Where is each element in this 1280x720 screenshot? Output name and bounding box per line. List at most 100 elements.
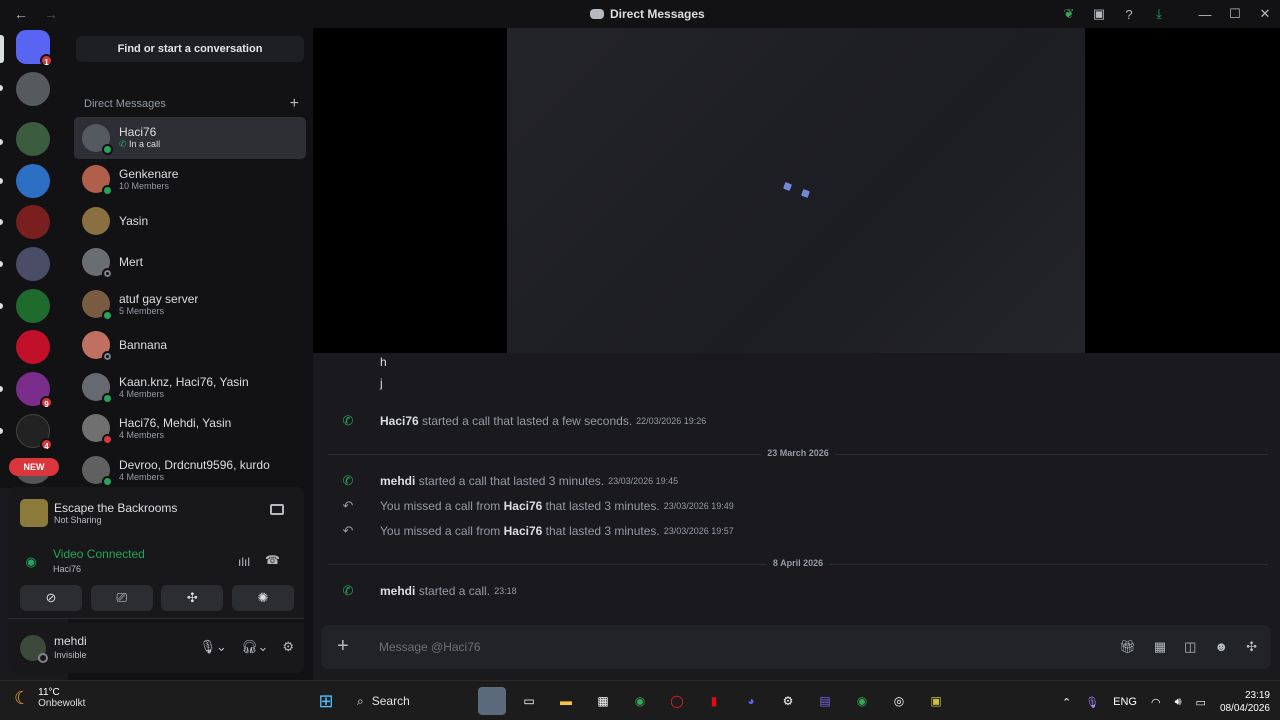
- avatar: [82, 331, 113, 363]
- dm-sub-text: In a call: [129, 139, 161, 150]
- message-content: j: [380, 376, 383, 390]
- message-author[interactable]: mehdi: [380, 584, 415, 598]
- game-app-icon[interactable]: ▣: [922, 687, 950, 715]
- dm-item[interactable]: Devroo, Drdcnut9596, kurdo 4 Members: [74, 449, 306, 489]
- microphone-icon[interactable]: 🎙︎: [1085, 696, 1099, 709]
- chrome-icon[interactable]: ◉: [626, 687, 654, 715]
- share-screen-button[interactable]: ⎚: [90, 585, 153, 611]
- server-icon[interactable]: [16, 205, 50, 239]
- server-icon[interactable]: [16, 289, 50, 323]
- download-icon[interactable]: ⤓: [1144, 0, 1174, 28]
- video-connected-label[interactable]: Video Connected: [53, 547, 145, 561]
- user-status: Invisible: [54, 650, 87, 660]
- server-icon-home[interactable]: 1: [16, 30, 53, 67]
- file-explorer-icon[interactable]: ▬: [552, 687, 580, 715]
- screen-icon[interactable]: ▣: [1084, 0, 1114, 28]
- dm-item[interactable]: atuf gay server 5 Members: [74, 283, 306, 325]
- create-dm-plus-icon[interactable]: +: [290, 96, 299, 112]
- temperature: 11°C: [38, 687, 60, 698]
- dm-item[interactable]: Haci76, Mehdi, Yasin 4 Members: [74, 408, 306, 450]
- steam-icon[interactable]: ⚙: [774, 687, 802, 715]
- dm-item[interactable]: Yasin: [74, 200, 306, 242]
- noise-suppression-icon[interactable]: ılıl: [238, 555, 250, 569]
- language-indicator[interactable]: ENG: [1113, 696, 1137, 708]
- volume-icon[interactable]: 🔊︎: [1175, 696, 1182, 709]
- dm-item[interactable]: Kaan.knz, Haci76, Yasin 4 Members: [74, 366, 306, 408]
- gift-icon[interactable]: 🎁︎: [1119, 639, 1136, 655]
- task-view-icon[interactable]: ▭: [515, 687, 543, 715]
- call-controls: ⊘ ⎚ ✣ ✺: [20, 585, 294, 611]
- notes-icon[interactable]: ▤: [811, 687, 839, 715]
- store-icon[interactable]: ▦: [589, 687, 617, 715]
- activities-button[interactable]: ✣: [161, 585, 224, 611]
- signal-icon[interactable]: ◉: [20, 551, 42, 573]
- widgets-icon[interactable]: [478, 687, 506, 715]
- new-badge[interactable]: NEW: [9, 458, 59, 476]
- dm-item[interactable]: Mert: [74, 242, 306, 284]
- server-avatar: [16, 122, 50, 156]
- windows-taskbar: ☾ 11°C Onbewolkt ⊞ ⌕ Search ▭ ▬ ▦ ◉ ◯ ▮ ◕…: [0, 680, 1280, 720]
- battery-icon[interactable]: ▭: [1196, 696, 1206, 709]
- gif-icon[interactable]: ▦: [1154, 639, 1166, 655]
- headphones-icon[interactable]: 🎧︎⌄: [241, 639, 268, 655]
- stream-screen-icon[interactable]: [270, 504, 284, 515]
- time: 23:19: [1244, 690, 1270, 701]
- camera-off-button[interactable]: ⊘: [20, 585, 82, 611]
- maximize-button[interactable]: ☐: [1220, 0, 1250, 28]
- opera-icon[interactable]: ◯: [663, 687, 691, 715]
- dm-name: Yasin: [119, 213, 149, 228]
- apps-icon[interactable]: ✣: [1246, 639, 1257, 655]
- server-icon[interactable]: [16, 247, 50, 281]
- main-content: h j ✆ Haci76 started a call that lasted …: [313, 28, 1280, 680]
- server-icon[interactable]: [16, 122, 50, 156]
- close-button[interactable]: ✕: [1250, 0, 1280, 28]
- emoji-icon[interactable]: ☻: [1214, 639, 1228, 655]
- leaf-icon[interactable]: ❦: [1054, 0, 1084, 28]
- netflix-icon[interactable]: ▮: [700, 687, 728, 715]
- message-input[interactable]: Message @Haci76: [379, 640, 481, 654]
- message-author[interactable]: Haci76: [380, 414, 419, 428]
- call-system-message: ✆ Haci76 started a call that lasted a fe…: [335, 411, 707, 431]
- soundboard-button[interactable]: ✺: [231, 585, 294, 611]
- message-author[interactable]: Haci76: [504, 499, 543, 513]
- help-icon[interactable]: ?: [1114, 0, 1144, 28]
- title-bar: ← → Direct Messages ❦ ▣ ? ⤓ — ☐ ✕: [0, 0, 1280, 28]
- dm-item[interactable]: Haci76 ✆ In a call: [74, 117, 306, 159]
- dm-item[interactable]: Genkenare 10 Members: [74, 159, 306, 201]
- forward-arrow-icon[interactable]: →: [44, 6, 58, 22]
- clock[interactable]: 23:19 08/04/2026: [1220, 689, 1270, 715]
- disconnect-icon[interactable]: ☎: [265, 553, 280, 567]
- phone-icon: ✆: [342, 413, 354, 428]
- avatar: [82, 414, 113, 446]
- dm-item[interactable]: Bannana: [74, 325, 306, 367]
- weather-widget[interactable]: ☾ 11°C Onbewolkt: [14, 687, 85, 709]
- tray-chevron-icon[interactable]: ⌃: [1062, 696, 1071, 709]
- obs-icon[interactable]: ◎: [885, 687, 913, 715]
- moon-icon: ☾: [14, 687, 31, 708]
- username[interactable]: mehdi: [54, 634, 87, 648]
- date-divider: 23 March 2026: [328, 448, 1268, 458]
- video-tile[interactable]: [507, 28, 1085, 353]
- server-icon[interactable]: [16, 72, 50, 106]
- user-panel: mehdi Invisible 🎙︎⌄ 🎧︎⌄ ⚙: [8, 623, 304, 673]
- add-attachment-plus-icon[interactable]: +: [337, 635, 349, 658]
- sticker-icon[interactable]: ◫: [1184, 639, 1196, 655]
- back-arrow-icon[interactable]: ←: [14, 6, 28, 22]
- server-icon-genk[interactable]: 4: [16, 414, 53, 451]
- settings-gear-icon[interactable]: ⚙: [282, 639, 294, 655]
- server-icon[interactable]: [16, 330, 50, 364]
- taskbar-search[interactable]: ⌕ Search: [349, 687, 469, 715]
- message-author[interactable]: Haci76: [504, 524, 543, 538]
- timestamp: 23/03/2026 19:49: [663, 501, 734, 511]
- minimize-button[interactable]: —: [1190, 0, 1220, 28]
- server-icon-motion[interactable]: 9: [16, 372, 53, 409]
- chrome-icon[interactable]: ◉: [848, 687, 876, 715]
- windows-start-icon[interactable]: ⊞: [312, 687, 340, 715]
- message-author[interactable]: mehdi: [380, 474, 415, 488]
- status-indicator: [102, 143, 113, 155]
- server-icon[interactable]: [16, 164, 50, 198]
- find-conversation-button[interactable]: Find or start a conversation: [76, 36, 304, 62]
- wifi-icon[interactable]: ◠: [1151, 696, 1161, 709]
- microphone-icon[interactable]: 🎙︎⌄: [200, 639, 227, 655]
- discord-icon[interactable]: ◕: [737, 687, 765, 715]
